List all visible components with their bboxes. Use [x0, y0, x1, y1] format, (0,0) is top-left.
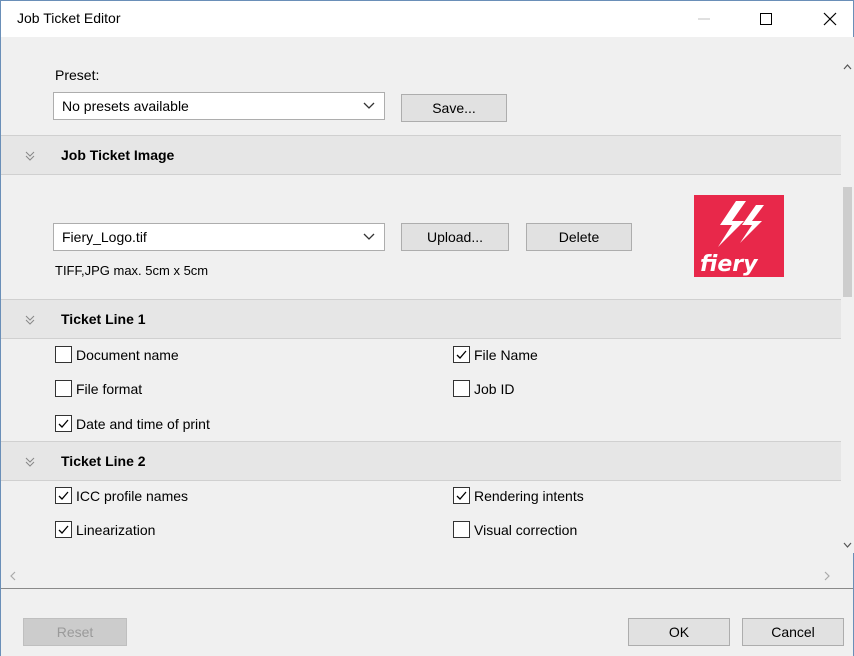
checkbox[interactable]: [55, 346, 72, 363]
checkbox-checked[interactable]: [453, 487, 470, 504]
upload-button[interactable]: Upload...: [401, 223, 509, 251]
option-date-time-print[interactable]: Date and time of print: [55, 415, 210, 432]
checkmark-icon: [456, 350, 467, 359]
dialog-footer: Reset OK Cancel: [1, 590, 853, 656]
checkbox[interactable]: [453, 380, 470, 397]
collapse-icon: [25, 151, 35, 161]
checkbox[interactable]: [55, 380, 72, 397]
option-label: Rendering intents: [474, 487, 584, 504]
checkmark-icon: [456, 491, 467, 500]
checkbox-checked[interactable]: [55, 487, 72, 504]
option-label: Job ID: [474, 380, 515, 397]
fiery-logo-image: fiery: [694, 195, 784, 277]
option-label: Date and time of print: [76, 415, 210, 432]
checkbox-checked[interactable]: [453, 346, 470, 363]
option-icc-profile-names[interactable]: ICC profile names: [55, 487, 188, 504]
option-label: Visual correction: [474, 521, 578, 538]
option-visual-correction[interactable]: Visual correction: [453, 521, 577, 538]
checkbox-checked[interactable]: [55, 415, 72, 432]
minimize-icon: [698, 18, 710, 20]
cancel-button[interactable]: Cancel: [742, 618, 844, 646]
ticket-line-1-body: Document name File Name File format Job …: [1, 339, 841, 439]
option-label: File format: [76, 380, 143, 397]
checkmark-icon: [58, 419, 69, 428]
chevron-down-icon: [363, 233, 375, 240]
section-header-ticket-line-2[interactable]: Ticket Line 2: [1, 441, 841, 481]
ok-label: OK: [668, 624, 690, 640]
checkbox-checked[interactable]: [55, 521, 72, 538]
fiery-logo: fiery: [694, 195, 786, 277]
section-title: Job Ticket Image: [61, 147, 175, 163]
option-label: File Name: [474, 346, 538, 363]
maximize-icon: [760, 13, 772, 25]
save-preset-button[interactable]: Save...: [401, 94, 507, 122]
option-label: Document name: [76, 346, 179, 363]
save-preset-label: Save...: [432, 100, 476, 116]
close-icon: [823, 12, 837, 26]
scroll-right-icon[interactable]: [823, 571, 831, 581]
reset-button[interactable]: Reset: [23, 618, 127, 646]
section-header-ticket-line-1[interactable]: Ticket Line 1: [1, 299, 841, 339]
option-linearization[interactable]: Linearization: [55, 521, 155, 538]
option-job-id[interactable]: Job ID: [453, 380, 514, 397]
ticket-line-2-body: ICC profile names Rendering intents Line…: [1, 481, 841, 553]
content-area: Preset: No presets available Save... Job…: [1, 37, 841, 553]
option-rendering-intents[interactable]: Rendering intents: [453, 487, 584, 504]
ok-button[interactable]: OK: [628, 618, 730, 646]
checkmark-icon: [58, 491, 69, 500]
collapse-icon: [25, 315, 35, 325]
title-bar: Job Ticket Editor: [1, 1, 853, 37]
minimize-button[interactable]: [681, 1, 727, 37]
section-header-job-ticket-image[interactable]: Job Ticket Image: [1, 135, 841, 175]
image-section-body: Fiery_Logo.tif Upload... Delete TIFF,JPG…: [1, 175, 841, 299]
horizontal-scrollbar[interactable]: [1, 563, 853, 589]
collapse-icon: [25, 457, 35, 467]
checkbox[interactable]: [453, 521, 470, 538]
scroll-left-icon[interactable]: [9, 571, 17, 581]
image-file-selected: Fiery_Logo.tif: [62, 229, 147, 245]
chevron-down-icon: [363, 102, 375, 109]
delete-label: Delete: [558, 229, 600, 245]
preset-selected-value: No presets available: [62, 98, 189, 114]
upload-label: Upload...: [426, 229, 484, 245]
maximize-button[interactable]: [743, 1, 789, 37]
scroll-down-icon[interactable]: [843, 541, 852, 549]
cancel-label: Cancel: [771, 624, 815, 640]
vertical-scrollbar[interactable]: [841, 37, 854, 553]
option-label: ICC profile names: [76, 487, 189, 504]
job-ticket-editor-window: Job Ticket Editor Preset: No presets ava…: [0, 0, 854, 656]
image-format-hint: TIFF,JPG max. 5cm x 5cm: [55, 263, 209, 278]
delete-button[interactable]: Delete: [526, 223, 632, 251]
preset-label: Preset:: [55, 67, 100, 83]
vertical-scroll-thumb[interactable]: [843, 187, 852, 297]
reset-label: Reset: [56, 624, 94, 640]
preset-dropdown[interactable]: No presets available: [53, 92, 385, 120]
close-button[interactable]: [807, 1, 853, 37]
checkmark-icon: [58, 525, 69, 534]
section-title: Ticket Line 2: [61, 453, 146, 469]
option-label: Linearization: [76, 521, 156, 538]
fiery-logo-text: fiery: [700, 252, 759, 277]
section-title: Ticket Line 1: [61, 311, 146, 327]
option-document-name[interactable]: Document name: [55, 346, 179, 363]
option-file-name[interactable]: File Name: [453, 346, 538, 363]
window-title: Job Ticket Editor: [17, 10, 121, 26]
option-file-format[interactable]: File format: [55, 380, 142, 397]
image-file-dropdown[interactable]: Fiery_Logo.tif: [53, 223, 385, 251]
scroll-up-icon[interactable]: [843, 63, 852, 71]
